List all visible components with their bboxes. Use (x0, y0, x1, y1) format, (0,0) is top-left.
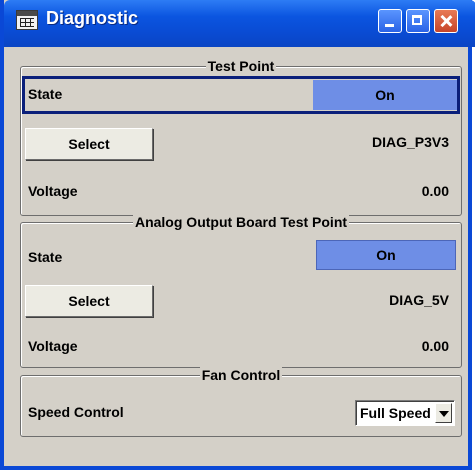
maximize-button[interactable] (406, 9, 430, 33)
analog-state-toggle[interactable]: On (316, 240, 456, 270)
minimize-icon (385, 24, 394, 27)
analog-voltage-label: Voltage (28, 338, 78, 354)
close-icon (435, 10, 457, 32)
chevron-down-icon (439, 411, 449, 417)
fan-control-legend: Fan Control (199, 367, 283, 383)
speed-control-dropdown-button[interactable] (435, 403, 452, 423)
title-bar[interactable]: Diagnostic (4, 0, 475, 47)
speed-control-select[interactable]: Full Speed (355, 400, 455, 426)
analog-test-point-legend: Analog Output Board Test Point (132, 214, 350, 230)
window-bottom-border (4, 466, 468, 470)
speed-control-value: Full Speed (360, 405, 431, 421)
test-point-voltage-label: Voltage (28, 183, 78, 199)
test-point-state-label: State (28, 86, 63, 102)
test-point-selected-value: DIAG_P3V3 (371, 134, 449, 150)
test-point-voltage-value: 0.00 (421, 183, 449, 199)
test-point-state-row[interactable]: State On (22, 76, 460, 114)
close-button[interactable] (434, 9, 458, 33)
analog-voltage-value: 0.00 (421, 338, 449, 354)
diagnostic-window: Diagnostic Test Point State On Select DI… (0, 0, 475, 470)
analog-selected-value: DIAG_5V (389, 292, 449, 308)
test-point-select-button[interactable]: Select (25, 128, 153, 160)
minimize-button[interactable] (378, 9, 402, 33)
test-point-group: Test Point State On Select DIAG_P3V3 Vol… (20, 58, 462, 216)
test-point-state-toggle[interactable]: On (313, 80, 457, 110)
speed-control-label: Speed Control (28, 404, 124, 420)
maximize-icon (412, 15, 422, 25)
analog-state-label: State (28, 249, 63, 265)
fan-control-group: Fan Control Speed Control Full Speed (20, 367, 462, 437)
window-title: Diagnostic (46, 8, 139, 28)
analog-test-point-group: Analog Output Board Test Point State On … (20, 214, 462, 368)
dialog-grid-icon (16, 10, 38, 30)
analog-select-button[interactable]: Select (25, 285, 153, 317)
test-point-legend: Test Point (205, 58, 277, 74)
